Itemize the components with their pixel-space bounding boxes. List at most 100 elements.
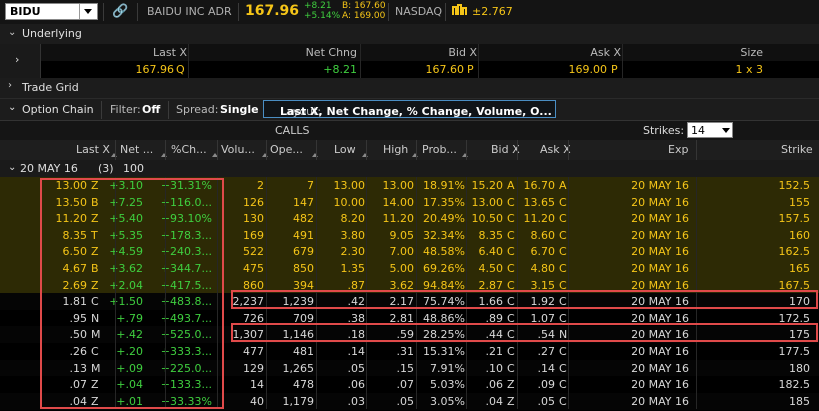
cell-bid[interactable]: .06: [486, 378, 504, 391]
cell-ask-exchange: C: [559, 378, 567, 392]
cell-ask[interactable]: .09: [538, 378, 556, 391]
cell-ask[interactable]: 16.70: [524, 179, 556, 192]
cell-vol: 14: [250, 378, 264, 392]
cell-oi: 679: [293, 245, 314, 259]
col-header-pct[interactable]: %Ch...: [171, 143, 207, 156]
cell-bid[interactable]: 4.50: [479, 262, 504, 275]
strikes-select[interactable]: 14: [687, 122, 733, 138]
cell-bid-exchange: C: [507, 245, 515, 259]
highlight-row-175: [231, 323, 818, 342]
cell-vol: 130: [243, 212, 264, 226]
cell-strike: 155: [789, 195, 810, 209]
col-header-ask-x[interactable]: Ask X: [590, 46, 621, 59]
cell-ask[interactable]: 8.60: [531, 229, 556, 242]
sort-triangle-icon[interactable]: [161, 153, 167, 157]
cell-vol: 169: [243, 228, 264, 242]
cell-strike: 160: [789, 228, 810, 242]
col-header-high[interactable]: High: [383, 143, 408, 156]
spread-value[interactable]: Single: [220, 103, 259, 116]
col-header-bid[interactable]: Bid X: [491, 143, 520, 156]
cell-bid[interactable]: .21: [486, 345, 504, 358]
cell-bid[interactable]: 15.20: [472, 179, 504, 192]
filter-value[interactable]: Off: [142, 103, 160, 116]
chevron-down-icon[interactable]: [722, 128, 730, 133]
underlying-label: Underlying: [22, 27, 82, 40]
underlying-expand-button[interactable]: ›: [0, 44, 41, 78]
col-header-ask[interactable]: Ask X: [540, 143, 571, 156]
market-maker-move: ±2.767: [472, 5, 513, 18]
col-header-last[interactable]: Last X: [76, 143, 110, 156]
cell-vol: 129: [243, 361, 264, 375]
cell-prob: 5.03%: [430, 378, 465, 392]
cell-strike: 162.5: [778, 245, 811, 259]
cell-exp: 20 MAY 16: [631, 262, 689, 275]
sort-triangle-icon[interactable]: [462, 153, 468, 157]
cell-low: 13.00: [333, 179, 366, 192]
cell-ask[interactable]: .27: [538, 345, 556, 358]
col-header-net[interactable]: Net ...: [120, 143, 153, 156]
link-icon[interactable]: 🔗: [112, 4, 128, 19]
sort-triangle-icon[interactable]: [362, 153, 368, 157]
sort-triangle-icon[interactable]: [262, 153, 268, 157]
col-header-last-x[interactable]: Last X: [153, 46, 187, 59]
spread-label: Spread:: [176, 103, 219, 116]
chevron-down-icon[interactable]: ⌄: [8, 102, 16, 113]
cell-ask[interactable]: .05: [538, 395, 556, 408]
cell-bid[interactable]: 10.50: [472, 212, 504, 225]
chevron-down-icon[interactable]: ⌄: [8, 27, 16, 38]
expiry-group-row[interactable]: ⌄ 20 MAY 16 (3) 100: [0, 160, 819, 177]
cell-ask[interactable]: 6.70: [531, 245, 556, 258]
col-header-bid-x[interactable]: Bid X: [448, 46, 477, 59]
cell-bid-exchange: C: [507, 262, 515, 275]
underlying-size: 1 x 3: [735, 63, 764, 76]
col-header-exp[interactable]: Exp: [668, 143, 688, 156]
option-chain-label[interactable]: Option Chain: [22, 103, 94, 116]
cell-bid[interactable]: .04: [486, 395, 504, 408]
cell-ask[interactable]: 11.20: [524, 212, 556, 225]
col-header-size[interactable]: Size: [740, 46, 763, 59]
cell-bid[interactable]: .10: [486, 362, 504, 375]
cell-prob: 32.34%: [423, 228, 465, 242]
cell-ask-exchange: C: [559, 361, 567, 375]
col-header-prob[interactable]: Prob...: [422, 143, 457, 156]
cell-exp: 20 MAY 16: [631, 378, 689, 392]
symbol-input[interactable]: BIDU: [5, 3, 98, 20]
cell-ask-exchange: C: [559, 195, 567, 209]
bid-price: B: 167.60: [342, 1, 386, 11]
divider: [466, 140, 467, 160]
underlying-row[interactable]: 167.96 Q +8.21 167.60 P 169.00 P 1 x 3: [0, 61, 819, 78]
mm-icon: [452, 4, 468, 19]
sort-triangle-icon[interactable]: [412, 153, 418, 157]
cell-oi: 147: [293, 195, 314, 209]
divider: [168, 101, 169, 119]
col-header-strike[interactable]: Strike: [781, 143, 813, 156]
cell-oi: 482: [293, 212, 314, 226]
divider: [103, 3, 104, 21]
cell-ask[interactable]: 13.65: [524, 196, 556, 209]
cell-strike: 177.5: [778, 345, 811, 358]
cell-ask[interactable]: 4.80: [531, 262, 556, 275]
chevron-right-icon[interactable]: ›: [8, 80, 12, 91]
col-header-vol[interactable]: Volu...: [221, 143, 255, 156]
cell-ask[interactable]: .14: [538, 362, 556, 375]
ask-price: A: 169.00: [342, 11, 386, 21]
layout-selector[interactable]: Layout: Last X, Net Change, % Change, Vo…: [263, 100, 556, 118]
col-header-low[interactable]: Low: [334, 143, 356, 156]
chevron-down-icon[interactable]: ⌄: [8, 162, 16, 173]
strikes-label: Strikes:: [643, 124, 685, 137]
trade-grid-header[interactable]: › Trade Grid: [0, 78, 819, 99]
sort-triangle-icon[interactable]: [111, 153, 117, 157]
divider: [366, 140, 367, 160]
highlight-left-columns: [40, 178, 224, 409]
divider: [217, 140, 218, 160]
cell-bid[interactable]: 6.40: [479, 245, 504, 258]
col-header-net-chng[interactable]: Net Chng: [306, 46, 357, 59]
cell-bid[interactable]: 8.35: [479, 229, 504, 242]
highlight-row-170: [231, 290, 818, 309]
cell-strike: 182.5: [778, 378, 811, 392]
underlying-header[interactable]: ⌄ Underlying: [0, 24, 819, 45]
symbol-dropdown-icon[interactable]: [79, 4, 97, 19]
sort-triangle-icon[interactable]: [312, 153, 318, 157]
col-header-oi[interactable]: Ope...: [270, 143, 303, 156]
cell-bid[interactable]: 13.00: [472, 196, 504, 209]
